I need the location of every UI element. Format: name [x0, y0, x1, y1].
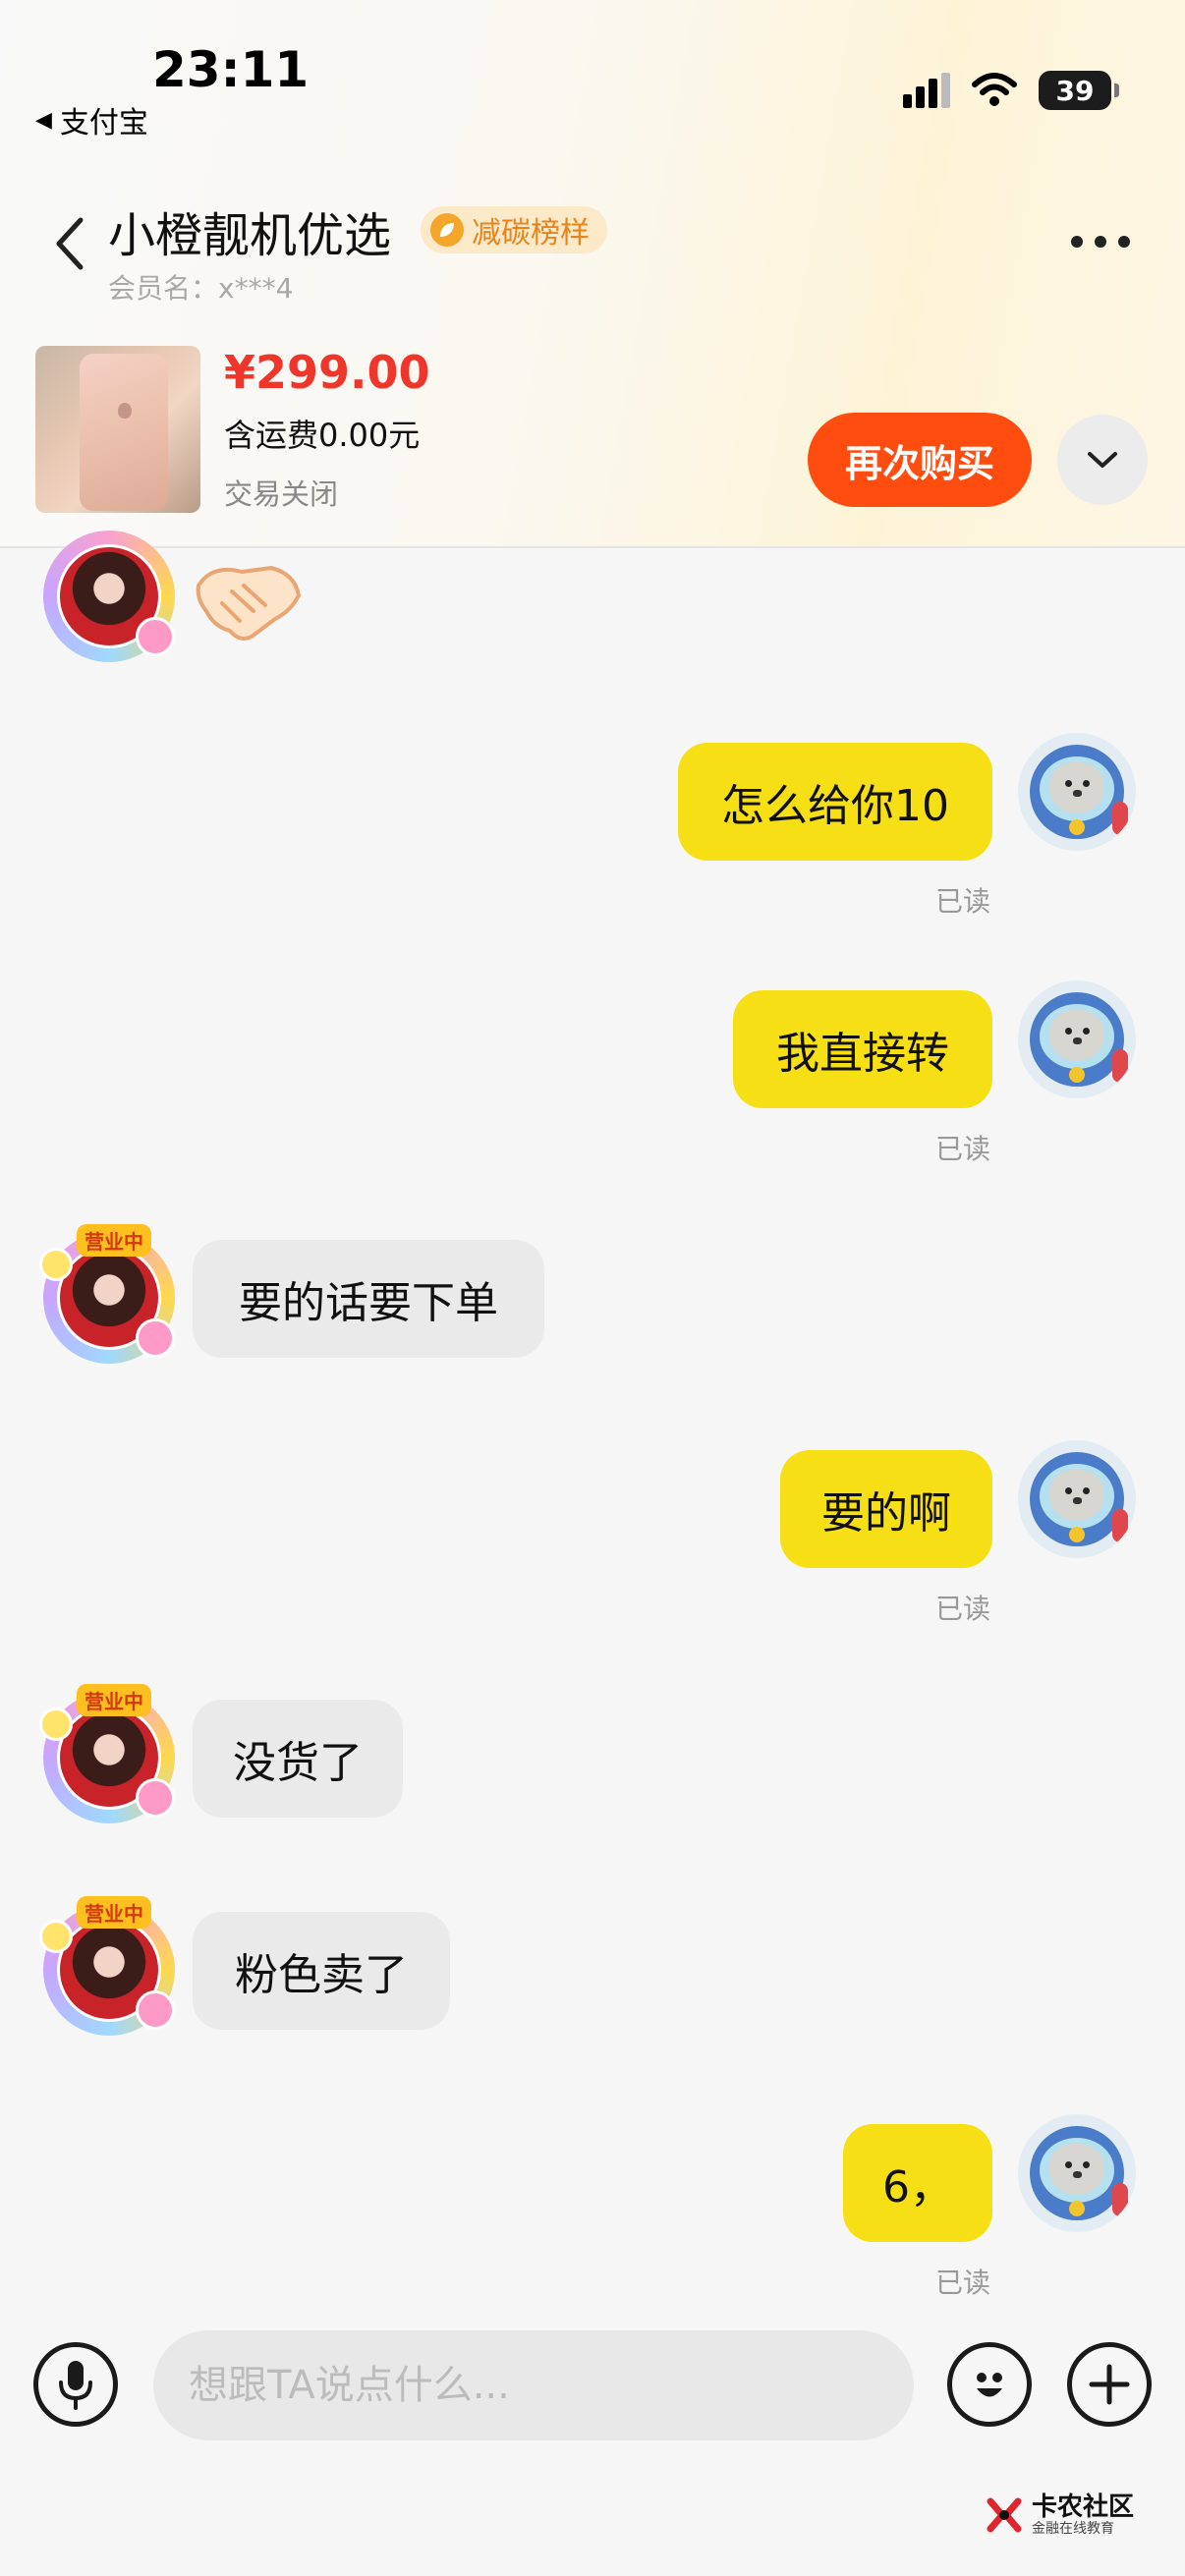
shipping-fee: 含运费0.00元 [224, 417, 421, 454]
message-bubble-theirs[interactable]: 粉色卖了 [193, 1912, 450, 2030]
product-thumbnail[interactable] [35, 346, 200, 513]
wifi-icon [972, 73, 1017, 106]
message-bubble-theirs[interactable]: 要的话要下单 [193, 1240, 544, 1358]
status-time: 23:11 [152, 41, 310, 98]
more-actions-button[interactable] [1067, 2342, 1152, 2427]
status-icons: 39 [903, 71, 1119, 110]
expand-button[interactable] [1057, 415, 1148, 505]
seller-avatar[interactable]: 营业中 [37, 1894, 185, 2042]
read-receipt: 已读 [935, 885, 991, 918]
trade-status: 交易关闭 [224, 477, 339, 511]
chat-header: 23:11 ◀ 支付宝 39 小橙靓机优选 减碳榜样 会员名：x***4 ¥29… [0, 0, 1185, 548]
message-bubble-mine[interactable]: 我直接转 [733, 990, 992, 1108]
my-avatar[interactable] [1018, 980, 1136, 1098]
back-app-label: 支付宝 [59, 106, 148, 140]
back-triangle-icon: ◀ [35, 107, 52, 133]
plus-icon [1089, 2364, 1130, 2405]
order-price: ¥299.00 [224, 346, 430, 399]
my-avatar[interactable] [1018, 2114, 1136, 2232]
read-receipt: 已读 [935, 2267, 991, 2299]
seller-status-tag: 营业中 [77, 1684, 151, 1716]
rebuy-button[interactable]: 再次购买 [808, 413, 1032, 507]
seller-status-tag: 营业中 [77, 1896, 151, 1929]
seller-avatar[interactable]: 营业中 [37, 1222, 185, 1370]
watermark-title: 卡农社区 [1032, 2492, 1135, 2522]
smiley-icon [977, 2373, 1002, 2397]
message-input[interactable] [153, 2330, 914, 2440]
chevron-down-icon [1088, 452, 1117, 468]
leaf-icon [430, 213, 464, 247]
kanong-logo-icon [987, 2497, 1022, 2533]
seller-status-tag: 营业中 [77, 1224, 151, 1257]
my-avatar[interactable] [1018, 1440, 1136, 1558]
carbon-badge[interactable]: 减碳榜样 [421, 206, 607, 253]
message-bubble-mine[interactable]: 要的啊 [780, 1450, 992, 1568]
voice-input-button[interactable] [33, 2342, 118, 2427]
message-bubble-mine[interactable]: 6， [843, 2124, 992, 2242]
seller-avatar[interactable]: 营业中 [37, 1682, 185, 1829]
message-bubble-mine[interactable]: 怎么给你10 [678, 743, 992, 861]
message-bubble-theirs[interactable]: 没货了 [193, 1700, 403, 1818]
watermark: 卡农社区 金融在线教育 [985, 2493, 1134, 2537]
back-to-app-link[interactable]: ◀ 支付宝 [35, 98, 148, 141]
emoji-button[interactable] [947, 2342, 1032, 2427]
cellular-signal-icon [903, 73, 950, 108]
member-name: 会员名：x***4 [108, 272, 294, 305]
microphone-icon [59, 2361, 92, 2410]
watermark-subtitle: 金融在线教育 [1032, 2521, 1114, 2537]
my-avatar[interactable] [1018, 733, 1136, 851]
back-arrow-icon[interactable] [49, 214, 88, 273]
handshake-emoji-icon [196, 565, 302, 641]
battery-icon: 39 [1039, 71, 1119, 110]
badge-label: 减碳榜样 [472, 216, 590, 251]
seller-avatar[interactable] [37, 521, 185, 668]
shop-name[interactable]: 小橙靓机优选 [108, 196, 391, 265]
more-menu-icon[interactable] [1071, 236, 1130, 248]
read-receipt: 已读 [935, 1593, 991, 1625]
read-receipt: 已读 [935, 1133, 991, 1165]
